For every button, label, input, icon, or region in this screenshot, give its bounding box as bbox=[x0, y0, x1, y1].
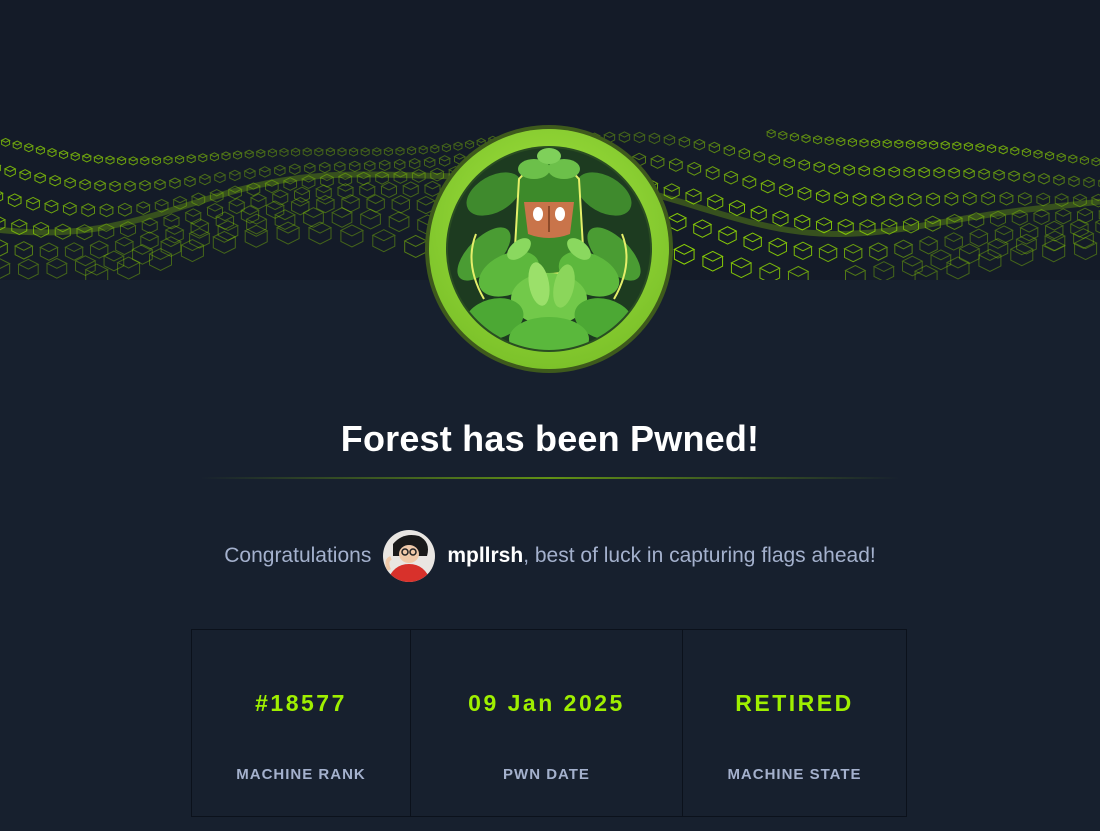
pwn-date-label: PWN DATE bbox=[503, 766, 590, 783]
congrats-tail: , best of luck in capturing flags ahead! bbox=[523, 544, 876, 567]
user-avatar[interactable] bbox=[383, 530, 436, 582]
stats-panel: #18577 MACHINE RANK 09 Jan 2025 PWN DATE… bbox=[191, 629, 907, 817]
page-title: Forest has been Pwned! bbox=[340, 418, 760, 459]
pwned-page: Forest has been Pwned! Congratulations m… bbox=[0, 0, 1100, 831]
title-divider bbox=[200, 477, 900, 479]
congrats-lead: Congratulations bbox=[224, 544, 372, 567]
machine-state-value: RETIRED bbox=[735, 690, 854, 716]
congrats-message: Congratulations mpllrsh , best of luck i… bbox=[0, 528, 1100, 584]
machine-rank-value: #18577 bbox=[255, 690, 347, 716]
stat-machine-state: RETIRED MACHINE STATE bbox=[683, 630, 906, 816]
machine-avatar-icon bbox=[424, 124, 674, 374]
stat-machine-rank: #18577 MACHINE RANK bbox=[192, 630, 411, 816]
pwn-date-value: 09 Jan 2025 bbox=[468, 690, 625, 716]
machine-rank-label: MACHINE RANK bbox=[236, 766, 366, 783]
stat-pwn-date: 09 Jan 2025 PWN DATE bbox=[411, 630, 683, 816]
machine-state-label: MACHINE STATE bbox=[727, 766, 862, 783]
username[interactable]: mpllrsh bbox=[447, 544, 523, 568]
